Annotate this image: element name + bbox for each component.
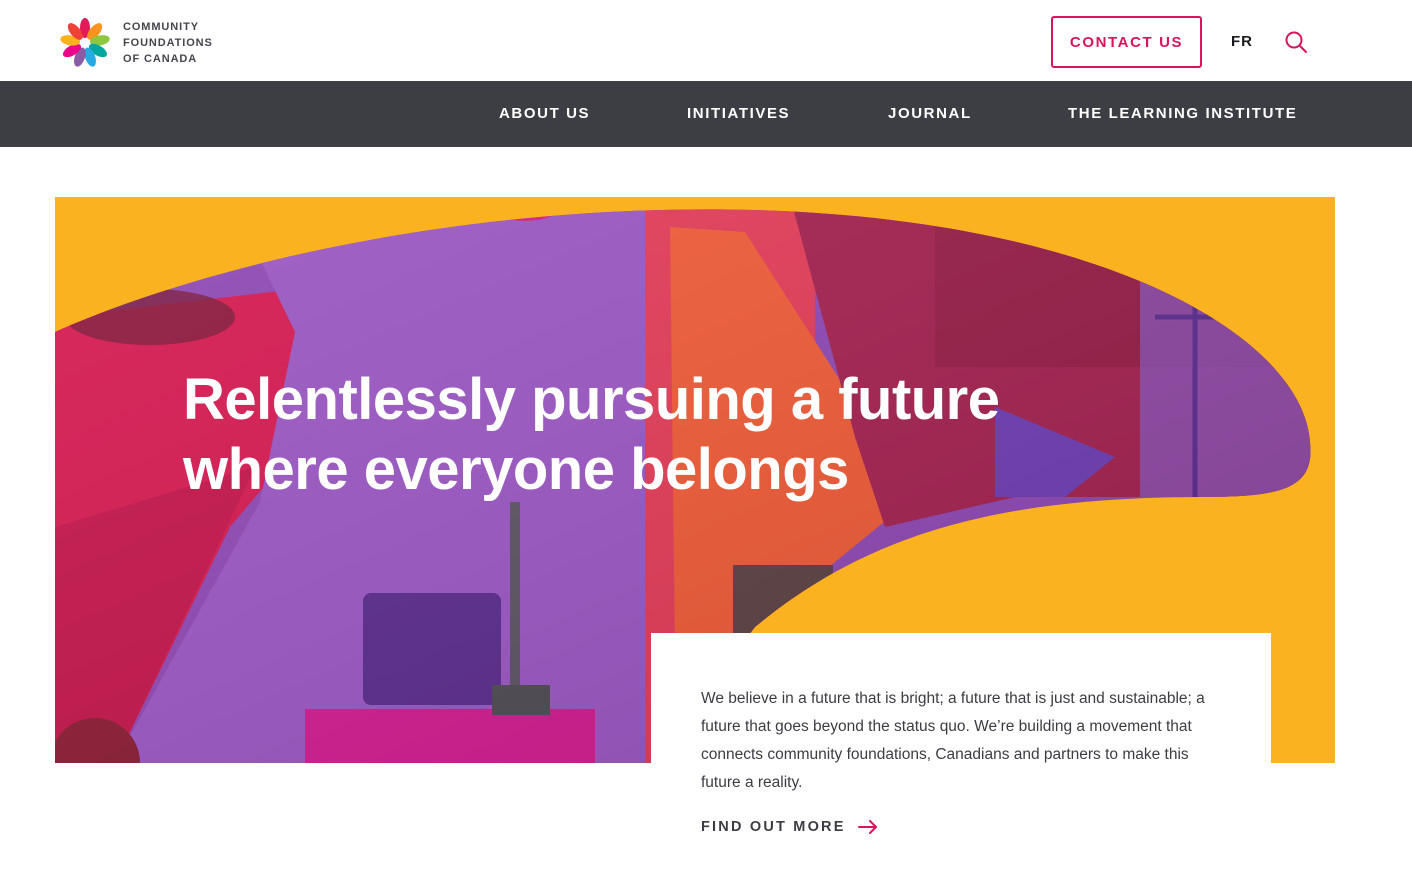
nav-item-about-us[interactable]: ABOUT US bbox=[499, 81, 590, 147]
hero-headline-line: Relentlessly pursuing a future bbox=[183, 367, 1000, 432]
hero-headline: Relentlessly pursuing a future where eve… bbox=[183, 365, 1043, 505]
nav-item-initiatives[interactable]: INITIATIVES bbox=[687, 81, 790, 147]
arrow-right-icon bbox=[857, 820, 877, 834]
find-out-more-label: FIND OUT MORE bbox=[701, 819, 846, 835]
hero-headline-line: where everyone belongs bbox=[183, 437, 849, 502]
search-icon[interactable] bbox=[1284, 30, 1308, 54]
logo[interactable]: COMMUNITY FOUNDATIONS OF CANADA bbox=[55, 12, 225, 74]
nav-item-learning-institute[interactable]: THE LEARNING INSTITUTE bbox=[1068, 81, 1297, 147]
site-header: COMMUNITY FOUNDATIONS OF CANADA CONTACT … bbox=[0, 0, 1412, 81]
logo-line: COMMUNITY bbox=[123, 21, 199, 33]
pinwheel-logo-icon bbox=[60, 18, 110, 67]
contact-us-button[interactable]: CONTACT US bbox=[1051, 16, 1202, 68]
intro-text: We believe in a future that is bright; a… bbox=[701, 690, 1205, 791]
logo-wordmark: COMMUNITY FOUNDATIONS OF CANADA bbox=[123, 19, 213, 67]
intro-card: We believe in a future that is bright; a… bbox=[651, 633, 1271, 879]
main-nav: ABOUT US INITIATIVES JOURNAL THE LEARNIN… bbox=[0, 81, 1412, 147]
nav-item-journal[interactable]: JOURNAL bbox=[888, 81, 972, 147]
logo-line: OF CANADA bbox=[123, 53, 198, 65]
find-out-more-link[interactable]: FIND OUT MORE bbox=[701, 819, 878, 835]
logo-line: FOUNDATIONS bbox=[123, 37, 213, 49]
language-toggle-fr[interactable]: FR bbox=[1231, 33, 1253, 50]
